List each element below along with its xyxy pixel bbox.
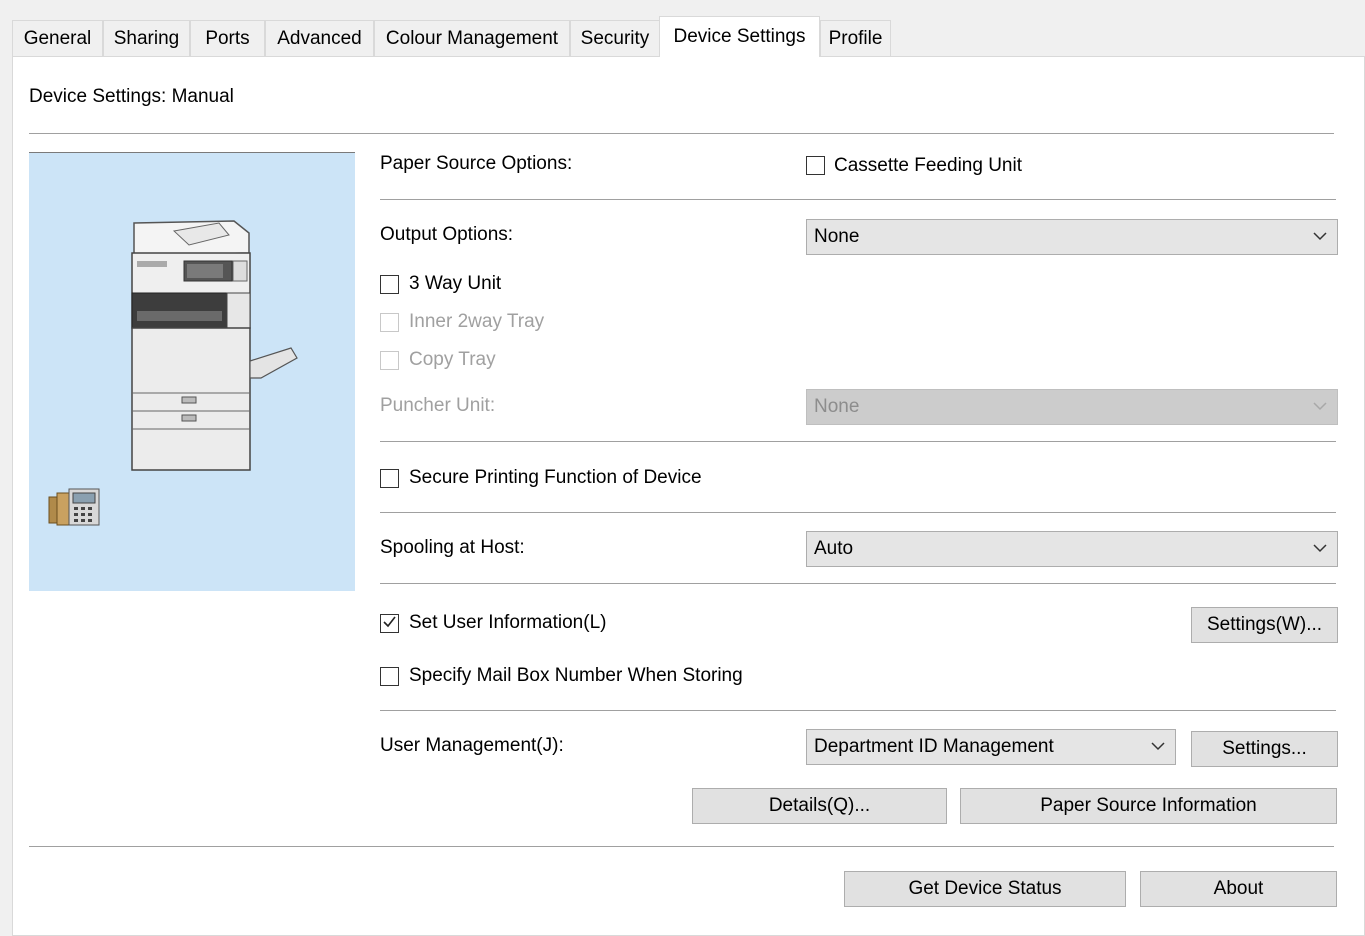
spooling-value: Auto	[814, 538, 854, 559]
tab-label: Advanced	[277, 28, 362, 49]
tab-label: General	[23, 28, 92, 49]
tab-advanced[interactable]: Advanced	[265, 20, 374, 56]
user-management-value: Department ID Management	[814, 736, 1054, 757]
inner-2way-tray-checkbox	[380, 313, 399, 332]
output-options-select[interactable]: None	[806, 219, 1338, 255]
mailbox-number-label[interactable]: Specify Mail Box Number When Storing	[409, 665, 743, 687]
secure-printing-label[interactable]: Secure Printing Function of Device	[409, 467, 702, 489]
divider	[380, 199, 1336, 200]
tab-label: Sharing	[113, 28, 180, 49]
about-button[interactable]: About	[1140, 871, 1337, 907]
puncher-unit-label: Puncher Unit:	[380, 395, 496, 416]
user-management-settings-button[interactable]: Settings...	[1191, 731, 1338, 767]
divider	[29, 846, 1334, 847]
user-management-select[interactable]: Department ID Management	[806, 729, 1176, 765]
secure-printing-checkbox[interactable]	[380, 469, 399, 488]
printer-preview	[29, 152, 355, 591]
copy-tray-label: Copy Tray	[409, 349, 496, 370]
tab-device-settings[interactable]: Device Settings	[659, 16, 820, 57]
checkmark-icon	[383, 616, 396, 628]
paper-source-information-button[interactable]: Paper Source Information	[960, 788, 1337, 824]
tab-general[interactable]: General	[12, 20, 103, 56]
details-button[interactable]: Details(Q)...	[692, 788, 947, 824]
puncher-unit-value: None	[814, 396, 860, 417]
spooling-label: Spooling at Host:	[380, 537, 525, 558]
cassette-feeding-label[interactable]: Cassette Feeding Unit	[834, 155, 1022, 177]
chevron-down-icon	[1313, 232, 1327, 241]
spooling-select[interactable]: Auto	[806, 531, 1338, 567]
tab-label: Colour Management	[385, 28, 559, 49]
divider	[380, 583, 1336, 584]
divider	[380, 512, 1336, 513]
set-user-info-checkbox[interactable]	[380, 614, 399, 633]
user-info-settings-button[interactable]: Settings(W)...	[1191, 607, 1338, 643]
cassette-feeding-checkbox[interactable]	[806, 156, 825, 175]
tab-label: Profile	[828, 28, 883, 49]
tab-label: Device Settings	[673, 26, 806, 47]
inner-2way-tray-label: Inner 2way Tray	[409, 311, 545, 332]
office-devices-icon	[48, 488, 100, 526]
divider	[29, 133, 1334, 134]
chevron-down-icon	[1313, 544, 1327, 553]
puncher-unit-select: None	[806, 389, 1338, 425]
paper-source-label: Paper Source Options:	[380, 153, 573, 174]
output-options-label: Output Options:	[380, 224, 514, 245]
tab-profile[interactable]: Profile	[820, 20, 891, 56]
chevron-down-icon	[1313, 402, 1327, 411]
tab-label: Security	[580, 28, 650, 49]
page-title: Device Settings: Manual	[29, 86, 234, 107]
get-device-status-button[interactable]: Get Device Status	[844, 871, 1126, 907]
user-management-label: User Management(J):	[380, 735, 564, 756]
tab-security[interactable]: Security	[570, 20, 660, 56]
copy-tray-checkbox	[380, 351, 399, 370]
tab-colour-management[interactable]: Colour Management	[374, 20, 570, 56]
divider	[380, 710, 1336, 711]
three-way-unit-checkbox[interactable]	[380, 275, 399, 294]
set-user-info-label[interactable]: Set User Information(L)	[409, 612, 606, 634]
divider	[380, 441, 1336, 442]
tab-ports[interactable]: Ports	[190, 20, 265, 56]
three-way-unit-label[interactable]: 3 Way Unit	[409, 273, 501, 295]
tab-label: Ports	[205, 28, 250, 49]
output-options-value: None	[814, 226, 860, 247]
chevron-down-icon	[1151, 742, 1165, 751]
mailbox-number-checkbox[interactable]	[380, 667, 399, 686]
tab-sharing[interactable]: Sharing	[103, 20, 190, 56]
